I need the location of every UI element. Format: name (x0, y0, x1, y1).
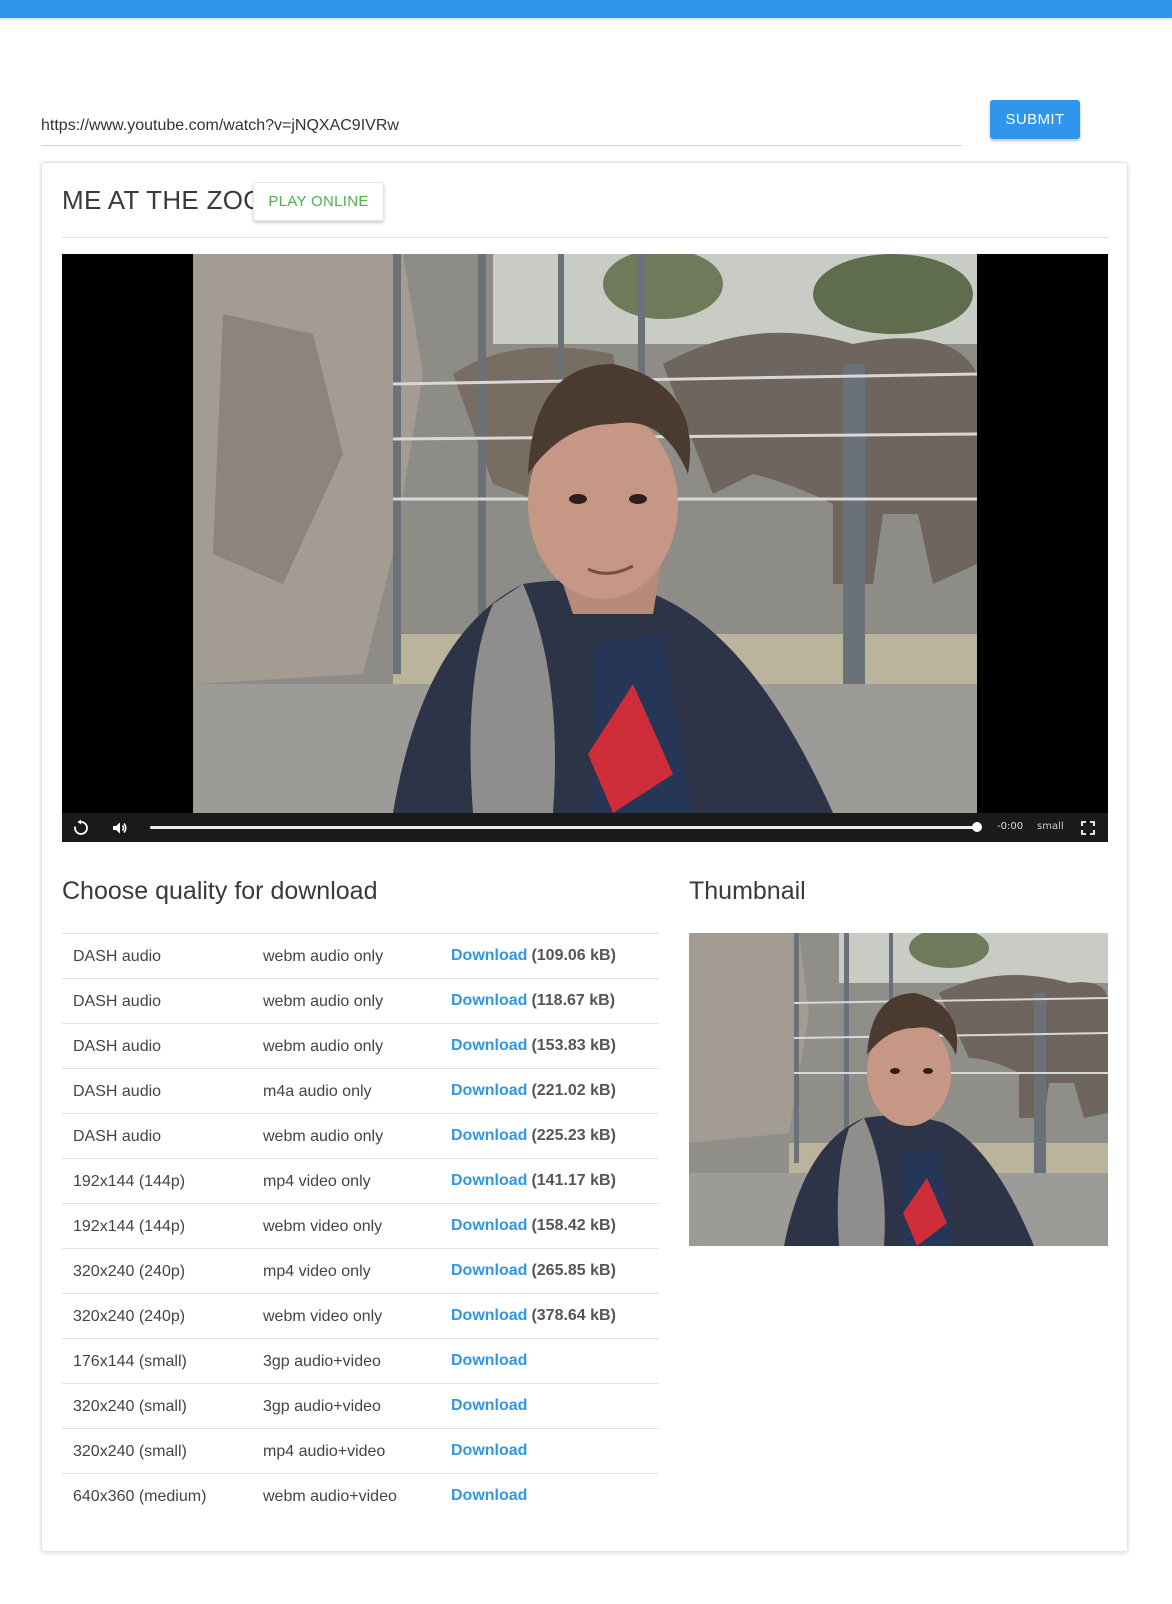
download-link[interactable]: Download (451, 1262, 527, 1279)
download-link[interactable]: Download (451, 1172, 527, 1189)
file-size: (378.64 kB) (531, 1307, 616, 1324)
quality-label: 176x144 (small) (73, 1353, 187, 1370)
play-online-button[interactable]: PLAY ONLINE (253, 182, 384, 221)
quality-label: 320x240 (240p) (73, 1308, 186, 1325)
download-link[interactable]: Download (451, 992, 527, 1009)
download-cell: Download (451, 1487, 527, 1505)
download-cell: Download (265.85 kB) (451, 1262, 616, 1280)
quality-label: 320x240 (240p) (73, 1263, 186, 1280)
quality-label: DASH audio (73, 993, 162, 1010)
file-size: (109.06 kB) (531, 947, 616, 964)
download-cell: Download (141.17 kB) (451, 1172, 616, 1190)
table-row: 640x360 (medium) webm audio+video Download (62, 1473, 659, 1518)
download-link[interactable]: Download (451, 1397, 527, 1414)
format-label: mp4 video only (263, 1173, 371, 1190)
format-label: webm audio only (263, 993, 384, 1010)
download-cell: Download (225.23 kB) (451, 1127, 616, 1145)
download-link[interactable]: Download (451, 1127, 527, 1144)
table-row: 320x240 (small) mp4 audio+video Download (62, 1428, 659, 1473)
table-row: 320x240 (240p) mp4 video only Download (265… (62, 1248, 659, 1293)
quality-table: DASH audio webm audio only Download (109.06… (62, 933, 659, 1518)
download-link[interactable]: Download (451, 1082, 527, 1099)
format-label: webm video only (263, 1308, 383, 1325)
download-cell: Download (451, 1442, 527, 1460)
file-size: (153.83 kB) (531, 1037, 616, 1054)
format-label: mp4 video only (263, 1263, 371, 1280)
thumbnail-section-title: Thumbnail (689, 877, 806, 905)
format-label: webm audio+video (263, 1488, 397, 1505)
download-link[interactable]: Download (451, 1442, 527, 1459)
table-row: DASH audio webm audio only Download (225.23… (62, 1113, 659, 1158)
format-label: mp4 audio+video (263, 1443, 386, 1460)
download-section-title: Choose quality for download (62, 877, 378, 905)
file-size: (265.85 kB) (531, 1262, 616, 1279)
download-link[interactable]: Download (451, 1037, 527, 1054)
quality-label: 320x240 (small) (73, 1398, 187, 1415)
download-cell: Download (451, 1352, 527, 1370)
format-label: webm audio only (263, 1038, 384, 1055)
replay-icon[interactable] (72, 819, 90, 837)
thumbnail-image (689, 933, 1108, 1246)
file-size: (225.23 kB) (531, 1127, 616, 1144)
quality-label: DASH audio (73, 1083, 162, 1100)
format-label: webm video only (263, 1218, 383, 1235)
file-size: (221.02 kB) (531, 1082, 616, 1099)
format-label: webm audio only (263, 948, 384, 965)
download-link[interactable]: Download (451, 1352, 527, 1369)
format-label: webm audio only (263, 1128, 384, 1145)
format-label: 3gp audio+video (263, 1353, 381, 1370)
quality-label: DASH audio (73, 1038, 162, 1055)
file-size: (141.17 kB) (531, 1172, 616, 1189)
download-cell: Download (118.67 kB) (451, 992, 615, 1010)
volume-icon[interactable] (111, 819, 129, 837)
download-link[interactable]: Download (451, 1307, 527, 1324)
submit-button[interactable]: SUBMIT (990, 100, 1080, 139)
file-size: (118.67 kB) (531, 992, 616, 1009)
download-cell: Download (109.06 kB) (451, 947, 616, 965)
quality-label: 192x144 (144p) (73, 1173, 186, 1190)
download-link[interactable]: Download (451, 1217, 527, 1234)
progress-bar[interactable] (150, 826, 978, 829)
table-row: 176x144 (small) 3gp audio+video Download (62, 1338, 659, 1383)
download-link[interactable]: Download (451, 1487, 527, 1504)
table-row: 192x144 (144p) webm video only Download (15… (62, 1203, 659, 1248)
table-row: DASH audio webm audio only Download (153.83… (62, 1023, 659, 1068)
table-row: DASH audio m4a audio only Download (221.02 … (62, 1068, 659, 1113)
player-controls: -0:00 small (62, 813, 1108, 842)
download-cell: Download (451, 1397, 527, 1415)
download-cell: Download (153.83 kB) (451, 1037, 616, 1055)
quality-label: 640x360 (medium) (73, 1488, 207, 1505)
time-remaining: -0:00 (997, 821, 1024, 832)
format-label: m4a audio only (263, 1083, 372, 1100)
url-input[interactable] (41, 100, 962, 146)
quality-label: 192x144 (144p) (73, 1218, 186, 1235)
quality-selector[interactable]: small (1037, 821, 1064, 832)
video-card: ME AT THE ZOO PLAY ONLINE -0:00 small Ch… (41, 162, 1128, 1552)
fullscreen-icon[interactable] (1079, 819, 1097, 837)
table-row: DASH audio webm audio only Download (109.06… (62, 933, 659, 978)
quality-label: 320x240 (small) (73, 1443, 187, 1460)
table-row: 320x240 (240p) webm video only Download (37… (62, 1293, 659, 1338)
video-title: ME AT THE ZOO (62, 185, 264, 215)
top-app-bar (0, 0, 1172, 18)
download-cell: Download (158.42 kB) (451, 1217, 616, 1235)
table-row: 192x144 (144p) mp4 video only Download (141… (62, 1158, 659, 1203)
download-cell: Download (221.02 kB) (451, 1082, 616, 1100)
video-frame[interactable] (193, 254, 977, 813)
quality-label: DASH audio (73, 948, 162, 965)
table-row: DASH audio webm audio only Download (118.67… (62, 978, 659, 1023)
download-cell: Download (378.64 kB) (451, 1307, 616, 1325)
download-link[interactable]: Download (451, 947, 527, 964)
url-form: SUBMIT (41, 100, 1141, 146)
divider (62, 237, 1108, 238)
progress-handle[interactable] (972, 822, 982, 832)
video-player[interactable]: -0:00 small (62, 254, 1108, 842)
format-label: 3gp audio+video (263, 1398, 381, 1415)
file-size: (158.42 kB) (531, 1217, 616, 1234)
table-row: 320x240 (small) 3gp audio+video Download (62, 1383, 659, 1428)
quality-label: DASH audio (73, 1128, 162, 1145)
